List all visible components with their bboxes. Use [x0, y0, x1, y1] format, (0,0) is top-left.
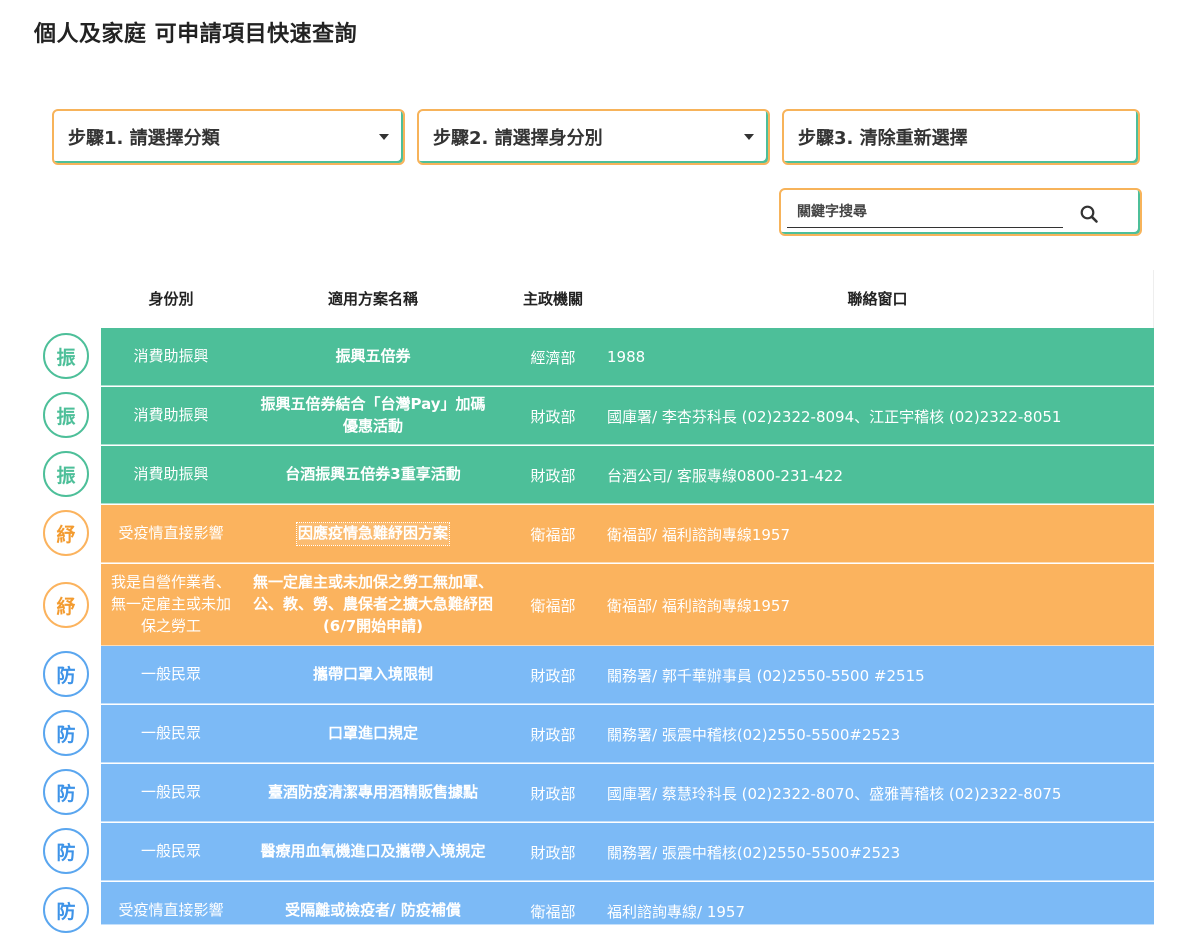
row-status: 一般民眾 — [140, 724, 201, 743]
category-badge: 紓 — [43, 510, 89, 556]
chevron-down-icon — [744, 134, 754, 140]
row-agency: 財政部 — [530, 843, 576, 862]
category-badge: 防 — [43, 651, 89, 697]
table-row[interactable]: 一般民眾 臺酒防疫清潔專用酒精販售據點 財政部 國庫署/ 蔡慧玲科長 (02)2… — [101, 764, 1154, 822]
page-title: 個人及家庭 可申請項目快速查詢 — [34, 22, 358, 47]
row-contact: 台酒公司/ 客服專線0800-231-422 — [607, 466, 844, 485]
category-badge: 防 — [43, 710, 89, 756]
row-status: 受疫情直接影響 — [118, 901, 224, 920]
table-row[interactable]: 受疫情直接影響 因應疫情急難紓困方案 衛福部 衛福部/ 福利諮詢專線1957 — [101, 505, 1154, 563]
table-row[interactable]: 我是自營作業者、無一定雇主或未加保之勞工 無一定雇主或未加保之勞工無加軍、公、教… — [101, 564, 1154, 646]
row-agency: 經濟部 — [530, 348, 576, 367]
row-agency: 財政部 — [530, 466, 576, 485]
identity-select-label: 步驟2. 請選擇身分別 — [433, 128, 603, 149]
category-select-label: 步驟1. 請選擇分類 — [68, 128, 220, 149]
row-status: 消費助振興 — [133, 406, 209, 425]
header-contact: 聯絡窗口 — [847, 290, 908, 308]
table-row[interactable]: 消費助振興 台酒振興五倍券3重享活動 財政部 台酒公司/ 客服專線0800-23… — [101, 446, 1154, 504]
row-plan: 台酒振興五倍券3重享活動 — [285, 465, 461, 484]
row-plan: 無一定雇主或未加保之勞工無加軍、公、教、勞、農保者之擴大急難紓困(6/7開始申請… — [253, 573, 494, 635]
row-agency: 衛福部 — [530, 902, 576, 921]
row-agency: 衛福部 — [530, 596, 576, 615]
row-status: 一般民眾 — [140, 783, 201, 802]
category-badge: 振 — [43, 392, 89, 438]
row-contact: 1988 — [607, 348, 646, 366]
category-badge: 振 — [43, 333, 89, 379]
row-status: 受疫情直接影響 — [118, 524, 224, 543]
header-status: 身份別 — [148, 290, 194, 308]
clear-selection-button[interactable]: 步驟3. 清除重新選擇 — [782, 109, 1140, 165]
row-agency: 財政部 — [530, 725, 576, 744]
table-header: 身份別 適用方案名稱 主政機關 聯絡窗口 — [101, 270, 1154, 328]
table-row[interactable]: 受疫情直接影響 受隔離或檢疫者/ 防疫補償 衛福部 福利諮詢專線/ 1957 — [101, 882, 1154, 925]
row-contact: 關務署/ 張震中稽核(02)2550-5500#2523 — [607, 725, 901, 744]
row-contact: 關務署/ 張震中稽核(02)2550-5500#2523 — [607, 843, 901, 862]
search-icon[interactable] — [1079, 204, 1099, 224]
clear-selection-label: 步驟3. 清除重新選擇 — [798, 128, 968, 149]
category-badge: 紓 — [43, 582, 89, 628]
header-plan: 適用方案名稱 — [327, 290, 418, 308]
category-badge: 振 — [43, 451, 89, 497]
row-status: 消費助振興 — [133, 465, 209, 484]
row-plan: 因應疫情急難紓困方案 — [241, 505, 505, 563]
table-row[interactable]: 一般民眾 攜帶口罩入境限制 財政部 關務署/ 郭千華辦事員 (02)2550-5… — [101, 646, 1154, 704]
row-agency: 財政部 — [530, 407, 576, 426]
header-agency: 主政機關 — [522, 290, 583, 308]
row-plan: 振興五倍券 — [335, 347, 411, 366]
row-status: 一般民眾 — [140, 665, 201, 684]
search-box — [779, 188, 1142, 236]
row-status: 我是自營作業者、無一定雇主或未加保之勞工 — [110, 573, 231, 635]
row-plan: 攜帶口罩入境限制 — [312, 665, 433, 684]
row-contact: 國庫署/ 蔡慧玲科長 (02)2322-8070、盛雅菁稽核 (02)2322-… — [607, 784, 1062, 803]
row-agency: 財政部 — [530, 666, 576, 685]
table-row[interactable]: 消費助振興 振興五倍券結合「台灣Pay」加碼優惠活動 財政部 國庫署/ 李杏芬科… — [101, 387, 1154, 445]
row-plan: 口罩進口規定 — [327, 724, 418, 743]
category-badge: 防 — [43, 887, 89, 933]
row-contact: 福利諮詢專線/ 1957 — [607, 902, 745, 921]
table-row[interactable]: 消費助振興 振興五倍券 經濟部 1988 — [101, 328, 1154, 386]
category-select[interactable]: 步驟1. 請選擇分類 — [52, 109, 405, 165]
row-contact: 關務署/ 郭千華辦事員 (02)2550-5500 #2515 — [607, 666, 925, 685]
row-plan: 臺酒防疫清潔專用酒精販售據點 — [267, 783, 478, 802]
row-plan-highlight: 因應疫情急難紓困方案 — [295, 522, 451, 546]
row-plan: 振興五倍券結合「台灣Pay」加碼優惠活動 — [260, 395, 486, 435]
row-plan: 受隔離或檢疫者/ 防疫補償 — [285, 901, 461, 920]
category-badge: 防 — [43, 828, 89, 874]
table-row[interactable]: 一般民眾 醫療用血氧機進口及攜帶入境規定 財政部 關務署/ 張震中稽核(02)2… — [101, 823, 1154, 881]
row-agency: 衛福部 — [530, 525, 576, 544]
chevron-down-icon — [379, 134, 389, 140]
row-contact: 衛福部/ 福利諮詢專線1957 — [607, 596, 790, 615]
identity-select[interactable]: 步驟2. 請選擇身分別 — [417, 109, 770, 165]
row-contact: 國庫署/ 李杏芬科長 (02)2322-8094、江正宇稽核 (02)2322-… — [607, 407, 1062, 426]
table-row[interactable]: 一般民眾 口罩進口規定 財政部 關務署/ 張震中稽核(02)2550-5500#… — [101, 705, 1154, 763]
search-input[interactable] — [787, 196, 1063, 228]
row-contact: 衛福部/ 福利諮詢專線1957 — [607, 525, 790, 544]
row-status: 一般民眾 — [140, 842, 201, 861]
row-plan: 醫療用血氧機進口及攜帶入境規定 — [260, 842, 486, 861]
row-status: 消費助振興 — [133, 347, 209, 366]
row-agency: 財政部 — [530, 784, 576, 803]
category-badge: 防 — [43, 769, 89, 815]
